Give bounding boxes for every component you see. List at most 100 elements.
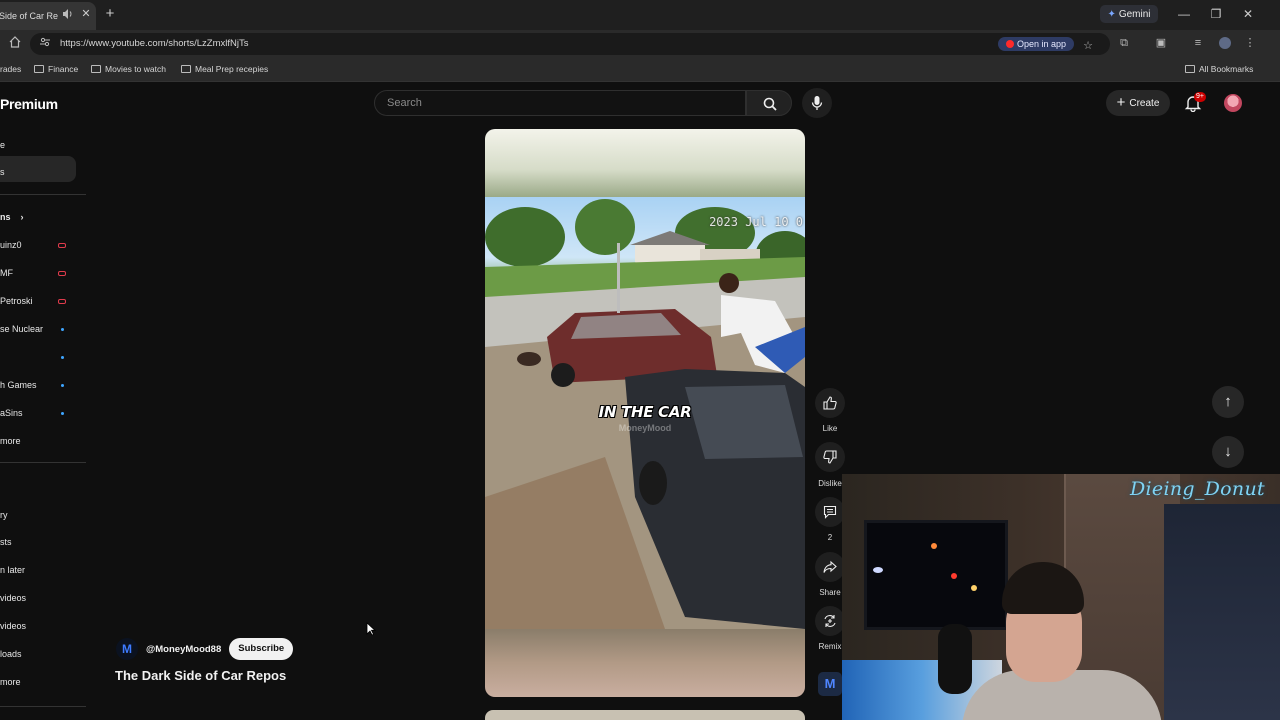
sidebar-item-history[interactable]: ry	[0, 510, 8, 520]
sidebar-sub-item[interactable]: aSins	[0, 408, 23, 418]
plus-icon[interactable]: +	[102, 6, 118, 22]
more-menu-icon[interactable]: ⋮	[1242, 35, 1258, 51]
sidebar: e s ns › uinz0 MF Petroski se Nuclear h G…	[0, 130, 86, 720]
folder-icon	[91, 65, 101, 73]
sidebar-show-more[interactable]: more	[0, 677, 21, 687]
channel-avatar[interactable]: M	[116, 638, 138, 660]
sidebar-show-more[interactable]: more	[0, 436, 21, 446]
sidebar-sub-item[interactable]: se Nuclear	[0, 324, 43, 334]
video-caption: IN THE CAR	[598, 403, 692, 421]
gemini-button[interactable]: ✦ Gemini	[1100, 5, 1158, 23]
browser-tab[interactable]: k Side of Car Re ✕	[0, 2, 96, 30]
video-title[interactable]: The Dark Side of Car Repos	[115, 668, 286, 683]
mouse-cursor-icon	[366, 622, 376, 636]
comment-icon	[823, 505, 837, 519]
sidebar-divider	[0, 194, 86, 195]
sidebar-divider	[0, 706, 86, 707]
streamer-name: Dieing_Donut	[1130, 478, 1265, 500]
sidebar-sub-item[interactable]: Petroski	[0, 296, 33, 306]
dislike-icon	[823, 450, 837, 464]
sidebar-item-liked-videos[interactable]: videos	[0, 621, 26, 631]
live-icon	[58, 243, 66, 248]
sidebar-item-downloads[interactable]: loads	[0, 649, 22, 659]
close-window-icon[interactable]: ✕	[1238, 4, 1258, 24]
profile-icon[interactable]	[1219, 37, 1231, 49]
create-button[interactable]: + Create	[1106, 90, 1170, 116]
bookmark-folder-movies[interactable]: Movies to watch	[91, 64, 166, 74]
arrow-up-icon: ↑	[1224, 393, 1232, 410]
sidebar-item-home[interactable]: e	[0, 140, 5, 150]
remix-button[interactable]	[815, 606, 845, 636]
webcam-light	[971, 585, 977, 591]
next-short-button[interactable]: ↓	[1212, 436, 1244, 468]
video-blur-bottom	[485, 629, 805, 697]
sidebar-sub-item[interactable]: MF	[0, 268, 13, 278]
live-icon	[58, 271, 66, 276]
bookmark-folder-finance[interactable]: Finance	[34, 64, 78, 74]
restore-icon[interactable]: ❐	[1206, 4, 1226, 24]
comments-button[interactable]	[815, 497, 845, 527]
search-input[interactable]: Search	[374, 90, 746, 116]
shorts-video-player[interactable]: 2023 Jul 10 0 IN THE CAR MoneyMood	[485, 129, 805, 697]
account-avatar[interactable]	[1224, 94, 1242, 112]
search-icon	[763, 97, 777, 111]
video-frame: 2023 Jul 10 0 IN THE CAR MoneyMood	[485, 197, 805, 629]
sidebar-subscriptions-header[interactable]: ns ›	[0, 212, 24, 222]
plus-icon: +	[1116, 94, 1126, 111]
speaker-icon[interactable]	[62, 8, 74, 20]
address-bar-row: https://www.youtube.com/shorts/LzZmxlfNj…	[0, 30, 1280, 58]
live-icon	[58, 299, 66, 304]
new-content-dot-icon	[61, 412, 64, 415]
video-watermark: MoneyMood	[618, 423, 672, 433]
bookmarks-bar: rades Finance Movies to watch Meal Prep …	[0, 58, 1280, 82]
youtube-premium-logo[interactable]: Premium	[0, 96, 58, 112]
like-button[interactable]	[815, 388, 845, 418]
like-label: Like	[822, 424, 838, 433]
previous-short-button[interactable]: ↑	[1212, 386, 1244, 418]
sidebar-item-your-videos[interactable]: videos	[0, 593, 26, 603]
voice-search-button[interactable]	[802, 88, 832, 118]
all-bookmarks[interactable]: All Bookmarks	[1185, 64, 1253, 74]
minimize-icon[interactable]: —	[1174, 4, 1194, 24]
sidebar-sub-item[interactable]: uinz0	[0, 240, 22, 250]
home-icon[interactable]	[6, 35, 24, 53]
bookmark-star-icon[interactable]: ☆	[1080, 38, 1096, 54]
gemini-icon: ✦	[1107, 8, 1116, 20]
extensions-icon[interactable]: ⧉	[1116, 35, 1132, 51]
site-settings-icon[interactable]	[36, 35, 54, 53]
sidebar-item-playlists[interactable]: sts	[0, 537, 12, 547]
arrow-down-icon: ↓	[1224, 443, 1232, 460]
bookmark-item[interactable]: rades	[0, 64, 21, 74]
channel-thumbnail[interactable]: M	[818, 672, 842, 696]
share-icon	[823, 560, 837, 573]
open-in-app-label: Open in app	[1016, 39, 1067, 49]
dislike-button[interactable]	[815, 442, 845, 472]
channel-handle[interactable]: @MoneyMood88	[146, 644, 221, 655]
sidebar-item-watch-later[interactable]: n later	[0, 565, 25, 575]
side-panel-icon[interactable]: ▣	[1153, 35, 1169, 51]
folder-icon	[34, 65, 44, 73]
gemini-label: Gemini	[1118, 8, 1151, 20]
url-text[interactable]: https://www.youtube.com/shorts/LzZmxlfNj…	[60, 38, 248, 49]
webcam-window	[1164, 504, 1280, 720]
tab-title: k Side of Car Re	[0, 11, 58, 21]
close-tab-icon[interactable]: ✕	[80, 7, 92, 21]
webcam-overlay	[842, 474, 1280, 720]
channel-info: M @MoneyMood88 Subscribe	[116, 638, 294, 660]
open-in-app-button[interactable]: Open in app	[998, 37, 1074, 51]
media-controls-icon[interactable]: ≡	[1190, 35, 1206, 51]
omnibox[interactable]: https://www.youtube.com/shorts/LzZmxlfNj…	[30, 33, 1110, 55]
video-blur-top	[485, 129, 805, 197]
sidebar-item-shorts[interactable]: s	[0, 167, 5, 177]
bookmark-folder-meal-prep[interactable]: Meal Prep recepies	[181, 64, 268, 74]
notification-count-badge: 9+	[1194, 92, 1206, 102]
sidebar-sub-item[interactable]: h Games	[0, 380, 37, 390]
next-short-preview[interactable]	[485, 710, 805, 720]
search-placeholder: Search	[387, 97, 422, 109]
webcam-light	[931, 543, 937, 549]
browser-tab-bar: k Side of Car Re ✕ + ✦ Gemini — ❐ ✕	[0, 0, 1280, 30]
video-timestamp: 2023 Jul 10 0	[709, 215, 803, 229]
share-button[interactable]	[815, 552, 845, 582]
search-button[interactable]	[746, 90, 792, 116]
subscribe-button[interactable]: Subscribe	[229, 638, 294, 660]
